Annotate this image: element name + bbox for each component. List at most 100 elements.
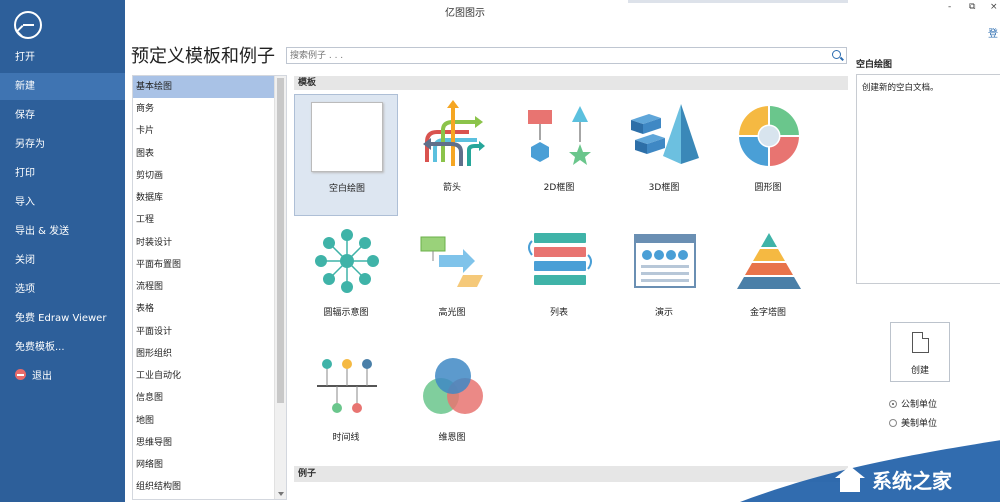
templates-section-header: 模板: [294, 76, 848, 90]
template-label: 金字塔图: [749, 308, 786, 318]
category-item[interactable]: 工业自动化: [133, 365, 274, 387]
unit-metric-label: 公制单位: [901, 400, 938, 410]
arrows-thumbnail: [423, 100, 485, 166]
template-label: 高光图: [438, 308, 466, 318]
template-pyramid[interactable]: 金字塔图: [716, 219, 820, 341]
restore-button[interactable]: ⧉: [969, 2, 975, 12]
radio-checked-icon[interactable]: [889, 400, 897, 408]
unit-us-label: 美制单位: [901, 419, 938, 429]
menu-print[interactable]: 打印: [0, 160, 125, 187]
circle-chart-thumbnail: [739, 106, 799, 166]
template-label: 圆形图: [754, 183, 782, 193]
category-item[interactable]: 基本绘图: [133, 76, 274, 98]
category-item[interactable]: 地图: [133, 410, 274, 432]
category-item[interactable]: 表格: [133, 298, 274, 320]
template-list[interactable]: 列表: [507, 219, 611, 341]
venn-thumbnail: [423, 358, 483, 414]
preview-title: 空白绘图: [856, 60, 893, 70]
category-item[interactable]: 剪切画: [133, 165, 274, 187]
category-item[interactable]: 信息图: [133, 387, 274, 409]
watermark-text: 系统之家: [872, 469, 953, 493]
timeline-thumbnail: [317, 359, 377, 413]
template-timeline[interactable]: 时间线: [294, 344, 398, 466]
menu-options[interactable]: 选项: [0, 276, 125, 303]
template-label: 箭头: [442, 183, 461, 193]
menu-save-as[interactable]: 另存为: [0, 131, 125, 158]
template-label: 时间线: [332, 433, 360, 443]
unit-us-option[interactable]: 美制单位: [889, 416, 937, 429]
menu-free-templates[interactable]: 免费模板...: [0, 334, 125, 361]
preview-box: 创建新的空白文档。: [856, 74, 1000, 284]
template-label: 列表: [549, 308, 568, 318]
presentation-thumbnail: [634, 234, 696, 288]
template-circle-chart[interactable]: 圆形图: [716, 94, 820, 216]
radial-diagram-thumbnail: [315, 229, 379, 293]
menu-free-viewer[interactable]: 免费 Edraw Viewer: [0, 305, 125, 332]
template-3d-block[interactable]: 3D框图: [612, 94, 716, 216]
back-arrow-icon[interactable]: [14, 11, 42, 39]
template-2d-block[interactable]: 2D框图: [507, 94, 611, 216]
menu-save[interactable]: 保存: [0, 102, 125, 129]
category-list: 基本绘图 商务 卡片 图表 剪切画 数据库 工程 时装设计 平面布置图 流程图 …: [132, 75, 287, 500]
watermark-logo: 系统之家: [740, 440, 1000, 502]
search-input[interactable]: [290, 49, 820, 63]
menu-close[interactable]: 关闭: [0, 247, 125, 274]
menu-exit[interactable]: 退出: [0, 363, 125, 390]
menu-open[interactable]: 打开: [0, 44, 125, 71]
search-icon[interactable]: [832, 50, 841, 59]
highlight-thumbnail: [420, 236, 483, 287]
unit-metric-option[interactable]: 公制单位: [889, 397, 937, 410]
template-label: 演示: [654, 308, 673, 318]
category-item[interactable]: 组织结构图: [133, 476, 274, 498]
3d-block-thumbnail: [631, 104, 699, 164]
category-item[interactable]: 卡片: [133, 120, 274, 142]
pyramid-thumbnail: [737, 233, 801, 289]
category-item[interactable]: 商务: [133, 98, 274, 120]
category-item[interactable]: 流程图: [133, 276, 274, 298]
category-item[interactable]: 图形组织: [133, 343, 274, 365]
scrollbar-thumb[interactable]: [277, 78, 284, 403]
radio-icon[interactable]: [889, 419, 897, 427]
category-item[interactable]: 平面布置图: [133, 254, 274, 276]
document-icon: [912, 332, 929, 353]
list-thumbnail: [528, 233, 592, 285]
template-label: 圆辐示意图: [323, 308, 369, 318]
template-label: 维恩图: [438, 433, 466, 443]
template-blank-drawing[interactable]: 空白绘图: [294, 94, 398, 216]
template-label: 2D框图: [543, 183, 575, 193]
edraw-window: { "window": { "title": "亿图图示", "controls…: [0, 0, 1000, 502]
category-scrollbar[interactable]: [274, 76, 286, 499]
menu-export-send[interactable]: 导出 & 发送: [0, 218, 125, 245]
preview-description: 创建新的空白文档。: [862, 83, 939, 93]
create-button[interactable]: 创建: [890, 322, 950, 382]
login-link[interactable]: 登: [988, 25, 998, 40]
template-highlight[interactable]: 高光图: [400, 219, 504, 341]
category-item[interactable]: 网络图: [133, 454, 274, 476]
title-strip: [628, 0, 848, 3]
page-title: 预定义模板和例子: [131, 46, 275, 67]
category-item[interactable]: 时装设计: [133, 232, 274, 254]
close-button[interactable]: ×: [990, 2, 998, 12]
window-title: 亿图图示: [445, 8, 485, 19]
menu-new[interactable]: 新建: [0, 73, 125, 100]
template-presentation[interactable]: 演示: [612, 219, 716, 341]
template-arrows[interactable]: 箭头: [400, 94, 504, 216]
scroll-down-arrow-icon[interactable]: [278, 492, 284, 496]
minimize-button[interactable]: -: [948, 2, 951, 12]
category-item[interactable]: 平面设计: [133, 321, 274, 343]
template-label: 空白绘图: [328, 184, 365, 194]
sidebar: 打开 新建 保存 另存为 打印 导入 导出 & 发送 关闭 选项 免费 Edra…: [0, 0, 125, 502]
exit-icon: [15, 369, 26, 380]
menu-import[interactable]: 导入: [0, 189, 125, 216]
category-item[interactable]: 数据库: [133, 187, 274, 209]
category-item[interactable]: 思维导图: [133, 432, 274, 454]
blank-page-thumbnail: [311, 102, 383, 172]
create-label: 创建: [910, 366, 929, 376]
template-radial-diagram[interactable]: 圆辐示意图: [294, 219, 398, 341]
search-box: [286, 47, 847, 64]
category-item[interactable]: 图表: [133, 143, 274, 165]
category-item[interactable]: 工程: [133, 209, 274, 231]
2d-block-thumbnail: [528, 106, 591, 165]
template-venn[interactable]: 维恩图: [400, 344, 504, 466]
template-label: 3D框图: [648, 183, 680, 193]
